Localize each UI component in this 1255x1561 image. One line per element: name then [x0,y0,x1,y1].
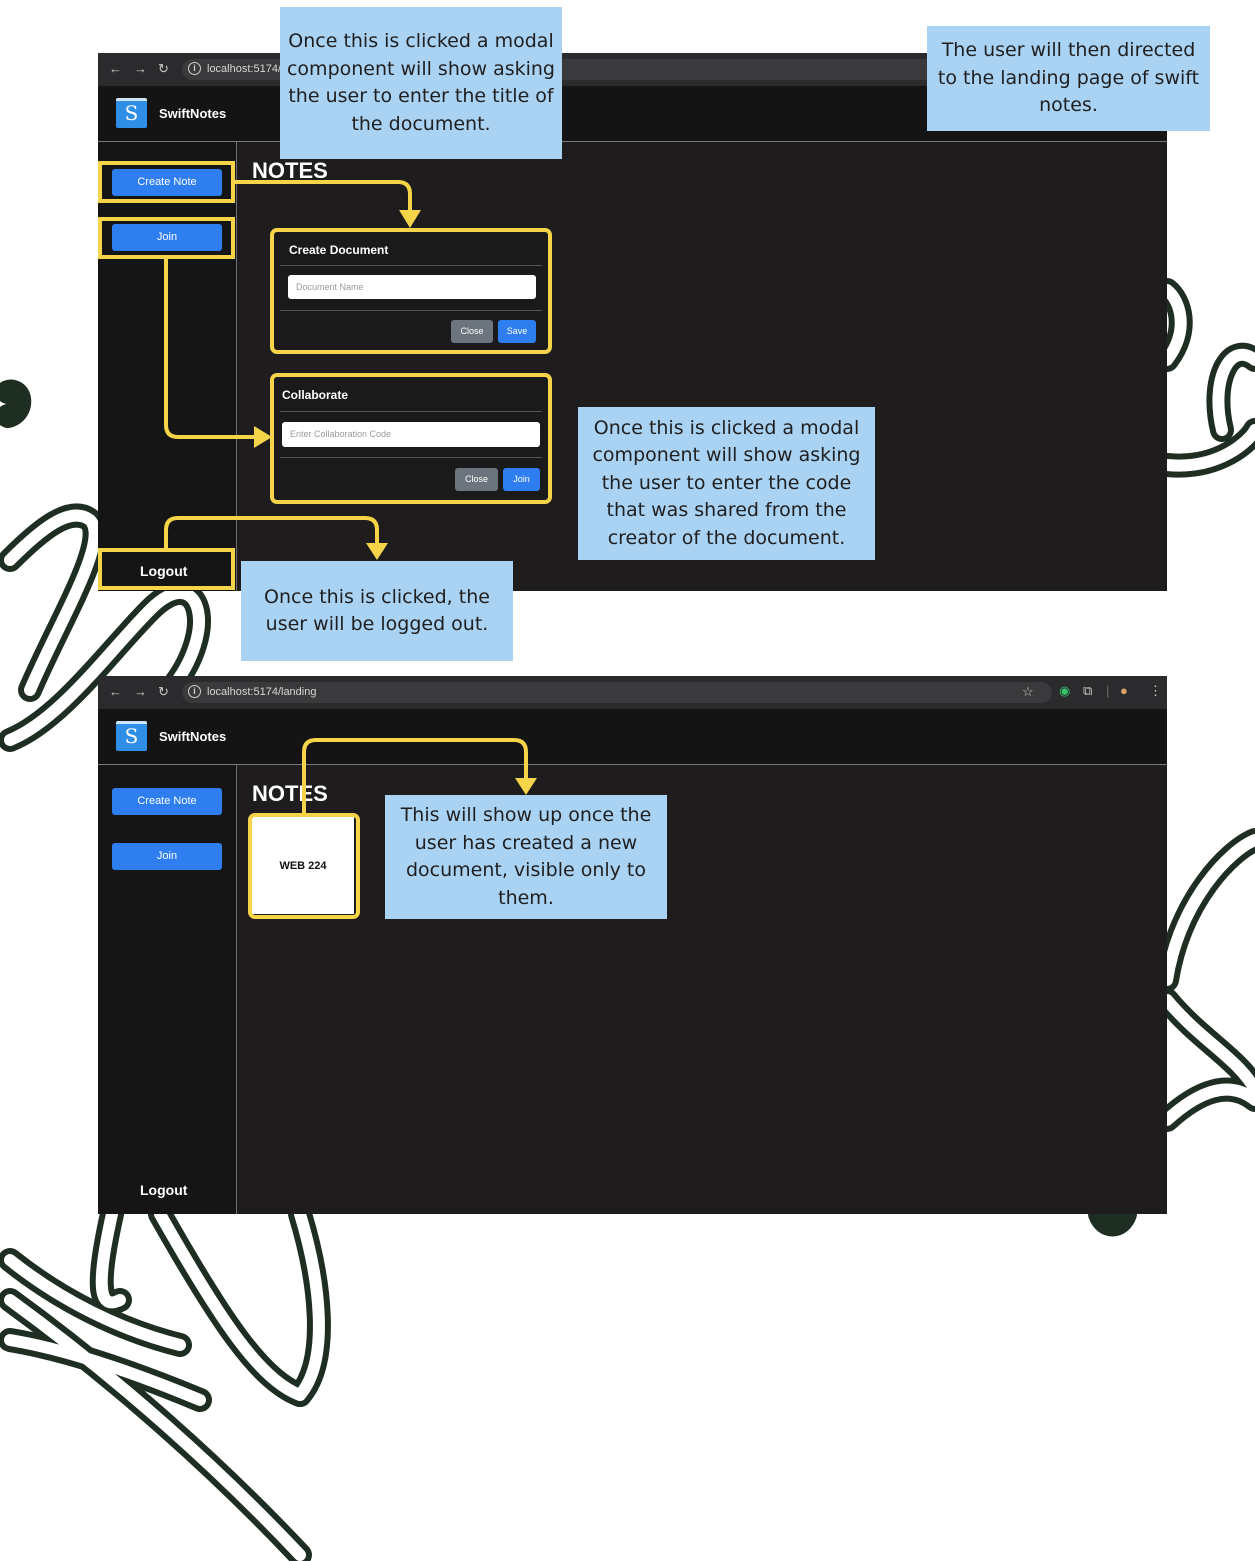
sidebar: Create Note Join Logout [98,142,237,591]
swiftnotes-logo-icon: S [116,721,147,751]
site-info-icon[interactable]: i [188,685,201,698]
join-submit-button[interactable]: Join [503,468,540,491]
document-card-title: WEB 224 [279,860,327,872]
create-note-button[interactable]: Create Note [112,788,222,815]
modal-divider [280,310,542,311]
logout-button[interactable]: Logout [140,1182,187,1198]
modal-title: Collaborate [282,388,349,402]
close-button[interactable]: Close [455,468,498,491]
site-info-icon[interactable]: i [188,62,201,75]
notes-heading: NOTES [252,781,328,806]
document-card[interactable]: WEB 224 [252,817,354,914]
swiftnotes-logo-icon: S [116,98,147,128]
star-icon[interactable]: ☆ [1022,685,1034,699]
callout-logout: Once this is clicked, the user will be l… [241,561,513,661]
document-name-input[interactable]: Document Name [288,275,536,299]
address-bar[interactable]: i localhost:5174/landing ☆ [182,682,1052,703]
profile-avatar-icon[interactable]: ● [1120,684,1128,698]
back-arrow-icon[interactable]: ← [109,62,122,76]
save-button[interactable]: Save [498,320,536,343]
collaborate-modal: Collaborate Enter Collaboration Code Clo… [274,377,548,499]
join-button[interactable]: Join [112,843,222,870]
forward-arrow-icon[interactable]: → [134,685,147,699]
screenshot-landing: ← → ↻ i localhost:5174/landing ☆ ◉ ⧉ | ●… [98,676,1167,1214]
brand-name: SwiftNotes [159,729,227,744]
modal-divider [280,265,542,266]
url-text: localhost:5174/landing [207,686,317,698]
app-header: S SwiftNotes [98,709,1167,765]
logout-button[interactable]: Logout [140,563,187,579]
kebab-menu-icon[interactable]: ⋮ [1149,684,1162,698]
notes-heading: NOTES [252,158,328,183]
grammarly-icon[interactable]: ◉ [1059,684,1070,698]
callout-new-document: This will show up once the user has crea… [385,795,667,919]
extensions-icon[interactable]: ⧉ [1083,684,1092,698]
back-arrow-icon[interactable]: ← [109,685,122,699]
close-button[interactable]: Close [451,320,493,343]
join-button[interactable]: Join [112,224,222,251]
reload-icon[interactable]: ↻ [158,685,169,699]
callout-join: Once this is clicked a modal component w… [578,407,875,560]
callout-landing: The user will then directed to the landi… [927,26,1210,131]
forward-arrow-icon[interactable]: → [134,62,147,76]
modal-divider [280,411,542,412]
url-text: localhost:5174/la [207,63,290,75]
create-document-modal: Create Document Document Name Close Save [274,232,548,350]
modal-title: Create Document [289,243,389,257]
collaboration-code-input[interactable]: Enter Collaboration Code [282,422,540,447]
modal-divider [280,457,542,458]
brand-name: SwiftNotes [159,106,227,121]
browser-toolbar: ← → ↻ i localhost:5174/landing ☆ ◉ ⧉ | ●… [98,676,1167,709]
create-note-button[interactable]: Create Note [112,169,222,196]
reload-icon[interactable]: ↻ [158,62,169,76]
sidebar: Create Note Join Logout [98,765,237,1214]
callout-create-note: Once this is clicked a modal component w… [280,7,562,159]
separator: | [1106,683,1110,698]
